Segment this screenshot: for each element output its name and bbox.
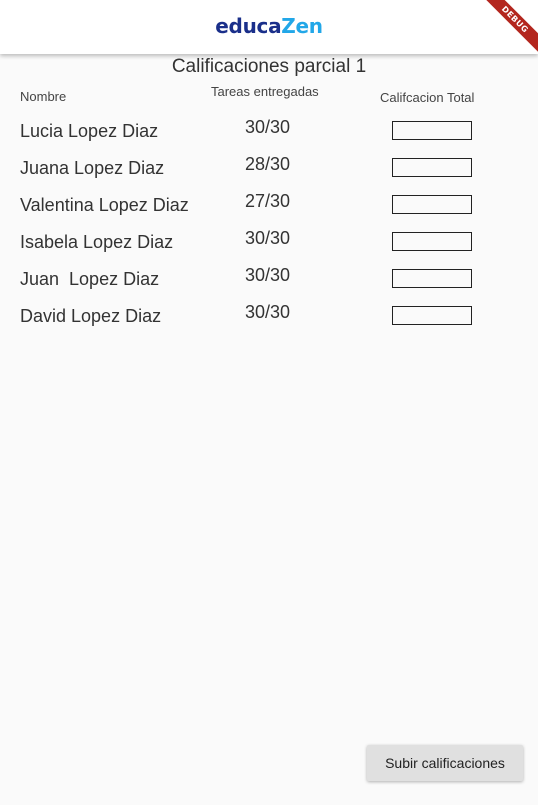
page-title: Calificaciones parcial 1 — [171, 56, 367, 77]
debug-banner: DEBUG — [478, 0, 538, 60]
app-bar: educaZen — [0, 0, 538, 54]
tasks-delivered: 30/30 — [245, 265, 291, 285]
table-row: Isabela Lopez Diaz 30/30 — [0, 224, 538, 261]
tasks-delivered: 30/30 — [245, 228, 291, 248]
total-grade-input[interactable] — [392, 121, 472, 140]
tasks-delivered: 30/30 — [245, 302, 291, 322]
tasks-delivered: 28/30 — [245, 154, 291, 174]
table-row: Lucia Lopez Diaz 30/30 — [0, 113, 538, 150]
student-name: Juana Lopez Diaz — [20, 158, 165, 178]
total-grade-input[interactable] — [392, 195, 472, 214]
total-grade-input[interactable] — [392, 232, 472, 251]
student-name: Juan Lopez Diaz — [20, 269, 160, 289]
column-header-tareas: Tareas entregadas — [211, 84, 319, 99]
table-row: Juan Lopez Diaz 30/30 — [0, 261, 538, 298]
logo-text-zen: Zen — [281, 14, 323, 38]
debug-ribbon-label: DEBUG — [478, 0, 538, 56]
logo-text-educa: educa — [215, 14, 282, 38]
column-header-nombre: Nombre — [20, 89, 67, 104]
student-name: Valentina Lopez Diaz — [20, 195, 189, 215]
table-row: David Lopez Diaz 30/30 — [0, 298, 538, 335]
tasks-delivered: 27/30 — [245, 191, 291, 211]
educazen-logo: educaZen — [0, 14, 538, 38]
table-row: Valentina Lopez Diaz 27/30 — [0, 187, 538, 224]
total-grade-input[interactable] — [392, 158, 472, 177]
tasks-delivered: 30/30 — [245, 117, 291, 137]
submit-grades-button[interactable]: Subir calificaciones — [367, 745, 523, 781]
total-grade-input[interactable] — [392, 306, 472, 325]
student-name: David Lopez Diaz — [20, 306, 162, 326]
student-name: Lucia Lopez Diaz — [20, 121, 159, 141]
table-row: Juana Lopez Diaz 28/30 — [0, 150, 538, 187]
column-header-total: Califcacion Total — [380, 90, 475, 105]
student-name: Isabela Lopez Diaz — [20, 232, 174, 252]
total-grade-input[interactable] — [392, 269, 472, 288]
grades-table: Lucia Lopez Diaz 30/30 Juana Lopez Diaz … — [0, 113, 538, 335]
